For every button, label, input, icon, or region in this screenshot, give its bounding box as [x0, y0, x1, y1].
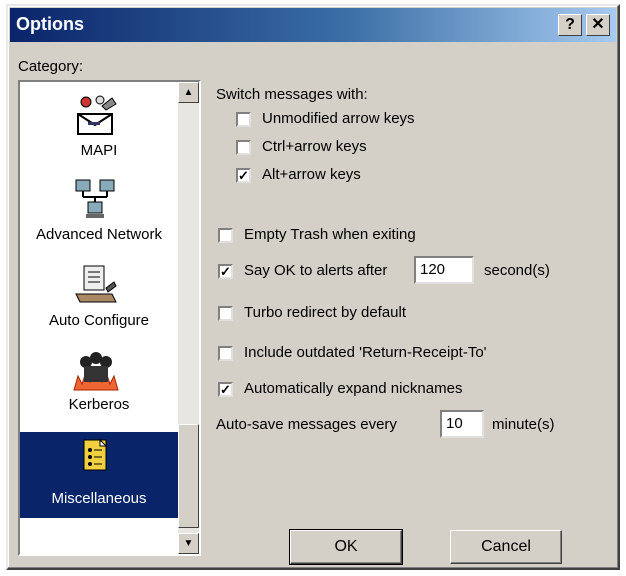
category-item-miscellaneous[interactable]: Miscellaneous	[20, 432, 178, 518]
turbo-redirect-label: Turbo redirect by default	[244, 304, 407, 321]
ctrl-arrow-keys-checkbox[interactable]	[236, 140, 251, 155]
scroll-down-icon[interactable]: ▼	[178, 533, 199, 554]
category-label: Category:	[18, 58, 84, 75]
scroll-up-icon[interactable]: ▲	[178, 82, 199, 103]
options-dialog: Options ? ✕ Category: MAPI Advanced Netw…	[6, 4, 620, 570]
category-item-advanced-network[interactable]: Advanced Network	[20, 174, 178, 256]
unmodified-arrow-keys-label: Unmodified arrow keys	[262, 110, 415, 127]
auto-save-minutes-input[interactable]: 10	[440, 410, 484, 438]
say-ok-seconds-input[interactable]: 120	[414, 256, 474, 284]
category-item-label: Auto Configure	[48, 312, 150, 329]
network-icon	[72, 178, 120, 222]
category-item-label: Kerberos	[68, 396, 130, 413]
alt-arrow-keys-label: Alt+arrow keys	[262, 166, 361, 183]
mapi-icon	[72, 94, 120, 138]
category-item-label: Advanced Network	[36, 226, 162, 243]
say-ok-checkbox[interactable]: ✓	[218, 264, 233, 279]
switch-messages-label: Switch messages with:	[216, 86, 368, 103]
close-button[interactable]: ✕	[586, 14, 610, 36]
include-outdated-checkbox[interactable]	[218, 346, 233, 361]
say-ok-label: Say OK to alerts after	[244, 262, 388, 279]
window-title: Options	[16, 14, 84, 34]
category-item-kerberos[interactable]: Kerberos	[20, 344, 178, 426]
kerberos-icon	[72, 348, 120, 392]
ok-button[interactable]: OK	[289, 529, 403, 565]
category-item-label: Miscellaneous	[51, 490, 147, 507]
auto-expand-checkbox[interactable]: ✓	[218, 382, 233, 397]
scroll-thumb[interactable]	[178, 424, 199, 528]
ctrl-arrow-keys-label: Ctrl+arrow keys	[262, 138, 367, 155]
include-outdated-label: Include outdated 'Return-Receipt-To'	[244, 344, 487, 361]
empty-trash-label: Empty Trash when exiting	[244, 226, 416, 243]
category-item-mapi[interactable]: MAPI	[20, 90, 178, 172]
title-bar[interactable]: Options ? ✕	[10, 8, 616, 42]
empty-trash-checkbox[interactable]	[218, 228, 233, 243]
auto-expand-label: Automatically expand nicknames	[244, 380, 463, 397]
turbo-redirect-checkbox[interactable]	[218, 306, 233, 321]
say-ok-unit: second(s)	[484, 262, 550, 279]
auto-save-unit: minute(s)	[492, 416, 555, 433]
miscellaneous-icon	[72, 436, 120, 480]
auto-configure-icon	[72, 264, 120, 308]
unmodified-arrow-keys-checkbox[interactable]	[236, 112, 251, 127]
category-item-label: MAPI	[80, 142, 118, 159]
category-listbox[interactable]: MAPI Advanced Network Auto Configure Ker…	[18, 80, 201, 556]
auto-save-label: Auto-save messages every	[216, 416, 397, 433]
help-button[interactable]: ?	[558, 14, 582, 36]
cancel-button[interactable]: Cancel	[450, 530, 562, 564]
category-item-auto-configure[interactable]: Auto Configure	[20, 260, 178, 342]
alt-arrow-keys-checkbox[interactable]: ✓	[236, 168, 251, 183]
category-scrollbar[interactable]: ▲ ▼	[178, 82, 199, 554]
